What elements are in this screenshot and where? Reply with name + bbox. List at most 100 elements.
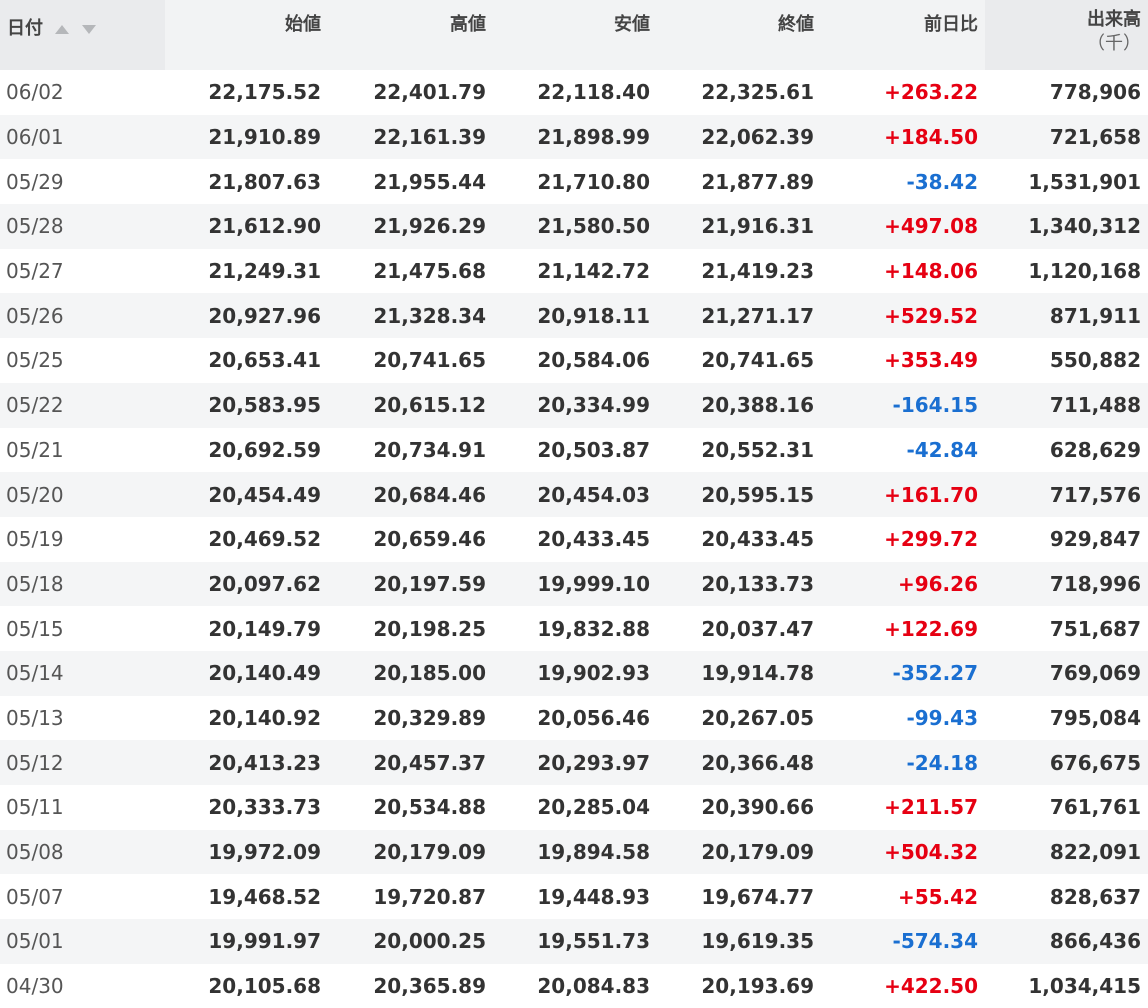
high-cell: 20,615.12 <box>328 382 493 428</box>
date-cell: 04/30 <box>6 974 64 999</box>
low-cell: 22,118.40 <box>537 80 650 105</box>
header-date[interactable]: 日付 <box>0 0 165 70</box>
date-cell: 05/20 <box>0 472 165 517</box>
date-cell: 05/25 <box>6 348 64 373</box>
header-open: 始値 <box>165 0 328 70</box>
close-cell: 21,877.89 <box>701 169 814 194</box>
change-cell: +263.22 <box>884 80 978 105</box>
close-cell: 20,133.73 <box>657 561 821 607</box>
open-cell: 20,149.79 <box>208 616 321 641</box>
high-cell: 20,179.09 <box>328 829 493 875</box>
open-cell: 22,175.52 <box>208 80 321 105</box>
close-cell: 20,388.16 <box>657 382 821 428</box>
low-cell: 19,902.93 <box>493 650 657 696</box>
header-row: 日付 始値 高値 安値 終値 前日比 出来高 （千） <box>0 0 1148 70</box>
change-cell: -352.27 <box>821 650 985 696</box>
low-cell: 20,454.03 <box>493 472 657 517</box>
change-cell: -38.42 <box>906 169 978 194</box>
low-cell: 19,832.88 <box>537 616 650 641</box>
low-cell: 20,056.46 <box>537 705 650 730</box>
header-volume: 出来高 （千） <box>985 0 1148 70</box>
close-cell: 19,914.78 <box>657 650 821 696</box>
volume-cell: 828,637 <box>1049 884 1141 909</box>
high-cell: 20,198.25 <box>373 616 486 641</box>
volume-cell: 711,488 <box>985 382 1148 428</box>
low-cell: 19,551.73 <box>493 919 657 964</box>
table-header: 日付 始値 高値 安値 終値 前日比 出来高 （千） <box>0 0 1148 70</box>
open-cell: 21,910.89 <box>165 114 328 160</box>
table-row: 04/30 20,105.68 20,365.89 20,084.83 20,193.6… <box>0 964 1148 1008</box>
low-cell: 19,999.10 <box>493 561 657 607</box>
volume-cell: 550,882 <box>1049 348 1141 373</box>
low-cell: 20,334.99 <box>493 382 657 428</box>
table-row: 05/15 20,149.79 20,198.25 19,832.88 20,037.4… <box>0 606 1148 651</box>
date-cell: 05/26 <box>0 293 165 339</box>
date-cell: 06/02 <box>6 80 64 105</box>
date-cell: 05/13 <box>6 705 64 730</box>
date-cell: 05/14 <box>0 650 165 696</box>
header-high: 高値 <box>328 0 493 70</box>
low-cell: 20,293.97 <box>493 740 657 785</box>
volume-cell: 751,687 <box>1049 616 1141 641</box>
date-cell: 05/11 <box>6 795 64 820</box>
close-cell: 20,552.31 <box>701 437 814 462</box>
table-row: 05/27 21,249.31 21,475.68 21,142.72 21,419.2… <box>0 249 1148 294</box>
open-cell: 20,140.92 <box>208 705 321 730</box>
change-cell: +497.08 <box>821 204 985 249</box>
close-cell: 21,916.31 <box>657 204 821 249</box>
date-cell: 05/19 <box>6 527 64 552</box>
high-cell: 20,000.25 <box>328 919 493 964</box>
change-cell: +211.57 <box>884 795 978 820</box>
sort-ascending-icon[interactable] <box>55 24 70 34</box>
sort-descending-icon[interactable] <box>81 24 96 34</box>
open-cell: 20,140.49 <box>165 650 328 696</box>
table-row: 05/29 21,807.63 21,955.44 21,710.80 21,877.8… <box>0 159 1148 204</box>
change-cell: -42.84 <box>906 437 978 462</box>
change-cell: +55.42 <box>897 884 978 909</box>
volume-cell: 721,658 <box>985 114 1148 160</box>
change-cell: +504.32 <box>821 829 985 875</box>
header-close: 終値 <box>657 0 821 70</box>
price-history-table: 日付 始値 高値 安値 終値 前日比 出来高 （千） 06/02 22,175.5… <box>0 0 1148 1008</box>
table-row: 06/01 21,910.89 22,161.39 21,898.99 22,062.3… <box>0 114 1148 160</box>
volume-cell: 1,340,312 <box>985 204 1148 249</box>
table-row: 06/02 22,175.52 22,401.79 22,118.40 22,325.6… <box>0 70 1148 115</box>
high-cell: 20,659.46 <box>373 527 486 552</box>
table-row: 05/13 20,140.92 20,329.89 20,056.46 20,267.0… <box>0 696 1148 741</box>
open-cell: 21,249.31 <box>208 259 321 284</box>
table-row: 05/14 20,140.49 20,185.00 19,902.93 19,914.7… <box>0 650 1148 696</box>
close-cell: 19,619.35 <box>657 919 821 964</box>
high-cell: 20,197.59 <box>328 561 493 607</box>
high-cell: 21,328.34 <box>328 293 493 339</box>
table-row: 05/01 19,991.97 20,000.25 19,551.73 19,619.3… <box>0 919 1148 964</box>
open-cell: 20,692.59 <box>208 437 321 462</box>
change-cell: +184.50 <box>821 114 985 160</box>
low-cell: 20,084.83 <box>537 974 650 999</box>
open-cell: 19,991.97 <box>165 919 328 964</box>
close-cell: 20,037.47 <box>701 616 814 641</box>
table-row: 05/20 20,454.49 20,684.46 20,454.03 20,595.1… <box>0 472 1148 517</box>
close-cell: 20,267.05 <box>701 705 814 730</box>
low-cell: 21,142.72 <box>537 259 650 284</box>
change-cell: +353.49 <box>884 348 978 373</box>
header-volume-unit: （千） <box>1087 33 1141 54</box>
date-cell: 05/27 <box>6 259 64 284</box>
volume-cell: 1,034,415 <box>1028 974 1141 999</box>
open-cell: 20,105.68 <box>208 974 321 999</box>
volume-cell: 866,436 <box>985 919 1148 964</box>
table-row: 05/26 20,927.96 21,328.34 20,918.11 21,271.1… <box>0 293 1148 339</box>
date-cell: 06/01 <box>0 114 165 160</box>
open-cell: 20,413.23 <box>165 740 328 785</box>
low-cell: 20,918.11 <box>493 293 657 339</box>
open-cell: 21,807.63 <box>208 169 321 194</box>
low-cell: 20,285.04 <box>537 795 650 820</box>
close-cell: 22,325.61 <box>701 80 814 105</box>
volume-cell: 769,069 <box>985 650 1148 696</box>
open-cell: 20,454.49 <box>165 472 328 517</box>
low-cell: 19,894.58 <box>493 829 657 875</box>
volume-cell: 761,761 <box>1049 795 1141 820</box>
high-cell: 22,161.39 <box>328 114 493 160</box>
change-cell: +122.69 <box>884 616 978 641</box>
change-cell: -574.34 <box>821 919 985 964</box>
open-cell: 20,927.96 <box>165 293 328 339</box>
